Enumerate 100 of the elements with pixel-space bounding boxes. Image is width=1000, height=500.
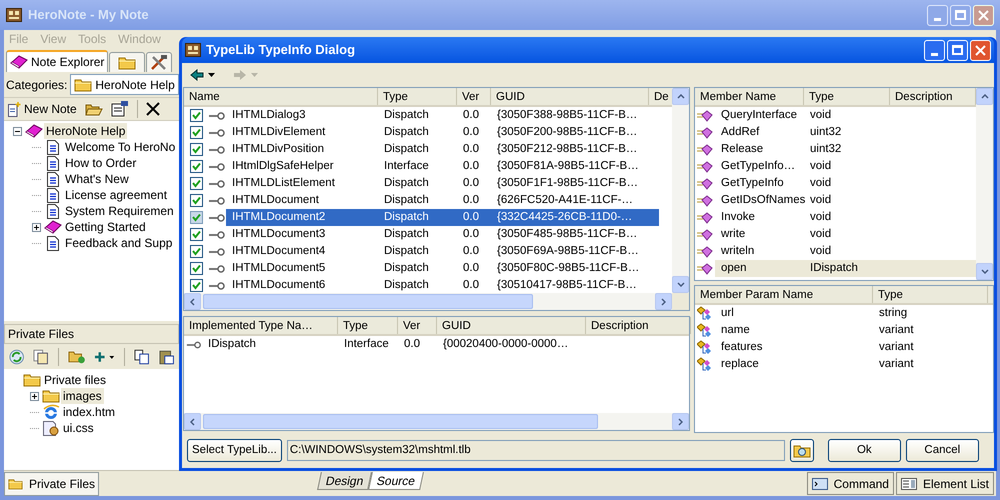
checkbox[interactable]: [190, 160, 202, 173]
horizontal-scrollbar[interactable]: [184, 413, 689, 430]
column-header[interactable]: Ver: [398, 317, 437, 334]
checkbox[interactable]: [190, 194, 202, 207]
checkbox[interactable]: [190, 177, 202, 190]
column-header[interactable]: Description: [586, 317, 691, 334]
vertical-scrollbar[interactable]: [672, 88, 689, 293]
table-row[interactable]: Invoke void: [715, 209, 976, 226]
checkbox[interactable]: [190, 245, 202, 258]
expand-toggle[interactable]: [30, 392, 38, 400]
column-header[interactable]: Member Name: [695, 88, 804, 105]
table-row[interactable]: write void: [715, 226, 976, 243]
tab[interactable]: Note Explorer: [6, 50, 108, 72]
table-row[interactable]: IHTMLDocument Dispatch 0.0 {626FC520-A41E-11CF-…: [226, 192, 659, 209]
select-typelib-button[interactable]: Select TypeLib...: [187, 439, 282, 462]
panel-button[interactable]: Element List: [896, 472, 994, 495]
table-row[interactable]: IHtmlDlgSafeHelper Interface 0.0 {3050F81A-98B5-11CF-B…: [226, 158, 659, 175]
paste-icon[interactable]: [158, 348, 174, 364]
table-row[interactable]: GetTypeInfo… void: [715, 158, 976, 175]
scroll-left-icon[interactable]: [190, 418, 195, 426]
checkbox[interactable]: [190, 143, 202, 156]
table-row[interactable]: writeln void: [715, 243, 976, 260]
horizontal-scrollbar[interactable]: [184, 293, 672, 310]
table-row[interactable]: IHTMLDocument6 Dispatch 0.0 {30510417-98B5-11CF-B…: [226, 277, 659, 293]
table-row[interactable]: AddRef uint32: [715, 124, 976, 141]
new-folder-icon[interactable]: [68, 349, 86, 364]
tree-item[interactable]: System Requiremen: [63, 203, 176, 219]
browse-button[interactable]: [790, 439, 814, 462]
tree-item[interactable]: Getting Started: [63, 219, 148, 235]
scroll-left-icon[interactable]: [190, 298, 195, 306]
cancel-button[interactable]: Cancel: [906, 439, 979, 462]
checkbox[interactable]: [190, 279, 202, 292]
delete-icon[interactable]: [146, 102, 160, 116]
properties-icon[interactable]: [110, 101, 129, 117]
add-icon[interactable]: [94, 350, 116, 362]
tree-item[interactable]: HeroNote Help: [44, 123, 128, 139]
column-header[interactable]: Ver: [457, 88, 491, 105]
checkbox[interactable]: [190, 211, 202, 224]
refresh-icon[interactable]: [9, 348, 24, 364]
tree-item[interactable]: License agreement: [63, 187, 170, 203]
column-header[interactable]: Type: [804, 88, 890, 105]
table-row[interactable]: QueryInterface void: [715, 107, 976, 124]
tree-item[interactable]: Welcome To HeroNo: [63, 139, 178, 155]
column-header[interactable]: Implemented Type Na…: [184, 317, 338, 334]
expand-toggle[interactable]: [32, 222, 40, 232]
table-row[interactable]: IHTMLDocument5 Dispatch 0.0 {3050F80C-98B5-11CF-B…: [226, 260, 659, 277]
column-header[interactable]: Type: [378, 88, 457, 105]
checkbox[interactable]: [190, 109, 202, 122]
tree-item[interactable]: How to Order: [63, 155, 138, 171]
new-note-button[interactable]: New Note: [8, 100, 77, 118]
vertical-scrollbar[interactable]: [976, 88, 993, 280]
copy-icon[interactable]: [134, 348, 150, 364]
back-icon[interactable]: [190, 69, 204, 81]
table-row[interactable]: GetIDsOfNames void: [715, 192, 976, 209]
table-row[interactable]: GetTypeInfo void: [715, 175, 976, 192]
table-row[interactable]: IHTMLDListElement Dispatch 0.0 {3050F1F1-98B5-11CF-B…: [226, 175, 659, 192]
table-row[interactable]: IHTMLDivPosition Dispatch 0.0 {3050F212-98B5-11CF-B…: [226, 141, 659, 158]
scroll-right-icon[interactable]: [678, 418, 683, 426]
table-row[interactable]: IHTMLDocument4 Dispatch 0.0 {3050F69A-98B5-11CF-B…: [226, 243, 659, 260]
column-header[interactable]: GUID: [491, 88, 649, 105]
ok-button[interactable]: Ok: [828, 439, 901, 462]
panel-button[interactable]: Command: [806, 472, 894, 495]
table-row[interactable]: IHTMLDocument2 Dispatch 0.0 {332C4425-26CB-11D0-…: [226, 209, 659, 226]
scroll-up-icon[interactable]: [676, 94, 684, 99]
tree-item[interactable]: index.htm: [61, 404, 118, 420]
tree-item[interactable]: images: [61, 388, 104, 404]
column-header[interactable]: Type: [873, 286, 988, 303]
copy-document-icon[interactable]: [33, 348, 49, 364]
tree-item[interactable]: ui.css: [61, 420, 96, 436]
scroll-down-icon[interactable]: [980, 269, 988, 274]
dropdown-caret-icon[interactable]: [208, 73, 215, 77]
column-header[interactable]: Type: [338, 317, 398, 334]
folder-tab[interactable]: [109, 52, 146, 72]
tools-tab[interactable]: [146, 52, 172, 72]
open-folder-icon[interactable]: [84, 102, 103, 116]
category-dropdown[interactable]: HeroNote Help: [70, 74, 179, 95]
panel-tab[interactable]: Private Files: [4, 472, 99, 496]
checkbox[interactable]: [190, 126, 202, 139]
checkbox[interactable]: [190, 228, 202, 241]
table-row[interactable]: IHTMLDivElement Dispatch 0.0 {3050F200-98B5-11CF-B…: [226, 124, 659, 141]
table-row[interactable]: IHTMLDocument3 Dispatch 0.0 {3050F485-98B5-11CF-B…: [226, 226, 659, 243]
view-tab[interactable]: Source: [368, 472, 424, 490]
path-field[interactable]: C:\WINDOWS\system32\mshtml.tlb: [286, 440, 785, 461]
column-header[interactable]: GUID: [437, 317, 586, 334]
collapse-toggle[interactable]: [12, 126, 22, 136]
scroll-right-icon[interactable]: [661, 298, 666, 306]
table-cell-text: IHTMLDocument3: [231, 226, 326, 242]
scroll-up-icon[interactable]: [980, 94, 988, 99]
table-row[interactable]: Release uint32: [715, 141, 976, 158]
column-header[interactable]: Member Param Name: [695, 286, 873, 303]
tree-item[interactable]: Feedback and Supp: [63, 235, 174, 251]
column-header[interactable]: Name: [184, 88, 378, 105]
view-tab[interactable]: Design: [317, 472, 372, 490]
scroll-down-icon[interactable]: [676, 282, 684, 287]
table-row[interactable]: IHTMLDialog3 Dispatch 0.0 {3050F388-98B5-11CF-B…: [226, 107, 659, 124]
close-button[interactable]: [970, 40, 991, 60]
tree-item[interactable]: What's New: [63, 171, 131, 187]
tree-item[interactable]: Private files: [42, 372, 108, 388]
checkbox[interactable]: [190, 262, 202, 275]
table-row[interactable]: open IDispatch: [715, 260, 976, 277]
